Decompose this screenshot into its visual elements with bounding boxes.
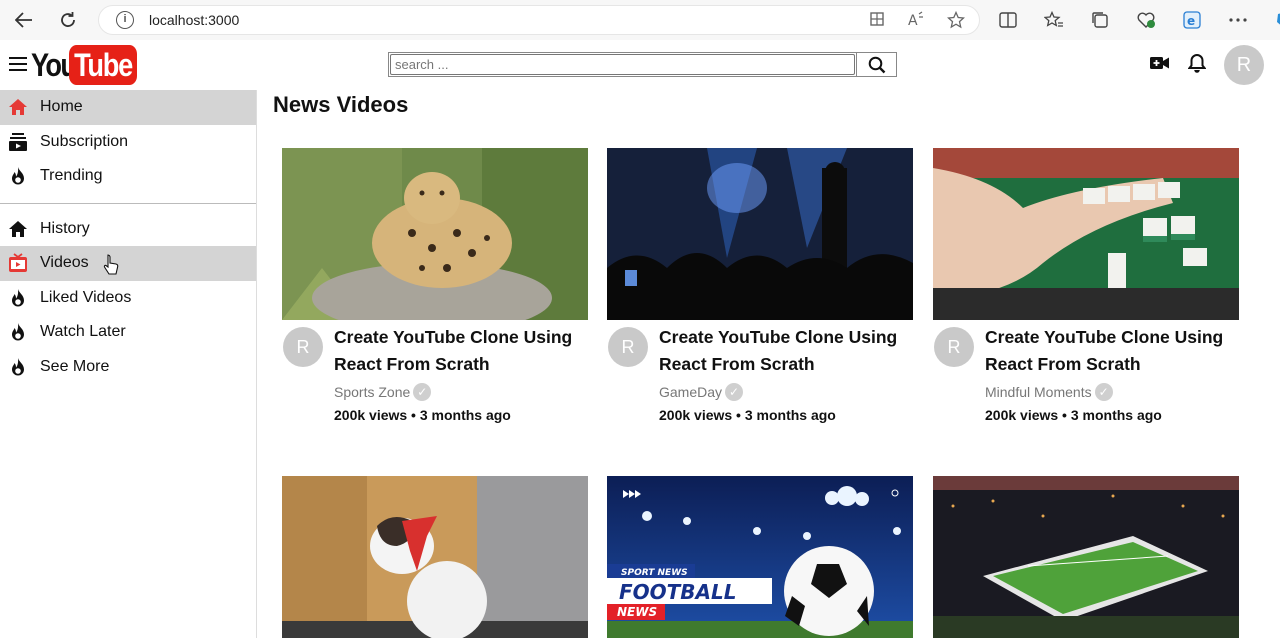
search-bar	[388, 52, 897, 77]
sidebar-item-label: Videos	[40, 254, 89, 272]
video-meta: R Create YouTube Clone Using React From …	[282, 324, 588, 423]
logo-tube-text: Tube	[69, 45, 138, 85]
fire-icon	[8, 166, 28, 186]
channel-name[interactable]: Mindful Moments	[985, 384, 1092, 400]
collections-icon[interactable]	[1088, 10, 1112, 30]
video-title[interactable]: Create YouTube Clone Using React From Sc…	[334, 324, 584, 378]
sidebar-item-label: Subscription	[40, 132, 129, 150]
channel-name-row: Mindful Moments ✓	[985, 383, 1235, 401]
hamburger-menu-icon[interactable]	[9, 57, 27, 71]
sidebar-item-home[interactable]: Home	[0, 90, 256, 125]
verified-check-icon: ✓	[725, 383, 744, 401]
video-title[interactable]: Create YouTube Clone Using React From Sc…	[985, 324, 1235, 378]
browser-extensions: e	[996, 10, 1280, 30]
site-info-icon[interactable]: i	[116, 11, 134, 29]
search-button[interactable]	[856, 53, 896, 76]
more-menu-icon[interactable]	[1226, 10, 1250, 30]
video-stats: 200k views • 3 months ago	[334, 407, 511, 423]
home-icon	[8, 219, 28, 239]
video-title[interactable]: Create YouTube Clone Using React From Sc…	[659, 324, 909, 378]
address-bar-actions: A	[869, 10, 966, 33]
create-video-icon[interactable]	[1150, 56, 1170, 75]
video-thumbnail-stadium[interactable]	[933, 476, 1239, 638]
video-thumbnail-football[interactable]: SPORT NEWS FOOTBALL NEWS	[607, 476, 913, 638]
mouse-pointer-icon	[103, 254, 119, 281]
notifications-bell-icon[interactable]	[1187, 53, 1207, 78]
split-screen-icon[interactable]	[996, 10, 1020, 30]
page-title: News Videos	[273, 92, 409, 117]
thumb-text-football: FOOTBALL	[619, 580, 737, 604]
video-thumbnail-mahjong[interactable]	[933, 148, 1239, 320]
video-meta: R Create YouTube Clone Using React From …	[607, 324, 913, 423]
thumb-text-sport-news: SPORT NEWS	[621, 568, 688, 578]
video-card[interactable]	[282, 476, 588, 638]
sidebar-item-label: Watch Later	[40, 323, 126, 341]
sidebar-item-label: Liked Videos	[40, 288, 132, 306]
video-icon	[8, 253, 28, 273]
edge-icon[interactable]: e	[1180, 10, 1204, 30]
video-card[interactable]	[933, 476, 1239, 638]
video-card[interactable]: R Create YouTube Clone Using React From …	[607, 148, 913, 423]
sidebar-item-videos[interactable]: Videos	[0, 246, 256, 281]
video-thumbnail-leopard[interactable]	[282, 148, 588, 320]
thumb-text-news: NEWS	[617, 605, 657, 619]
video-card[interactable]: SPORT NEWS FOOTBALL NEWS	[607, 476, 913, 638]
youtube-logo[interactable]: You Tube	[31, 45, 149, 85]
video-card[interactable]: R Create YouTube Clone Using React From …	[282, 148, 588, 423]
search-icon	[868, 56, 885, 73]
extension-heart-icon[interactable]	[1134, 10, 1158, 30]
copilot-icon[interactable]	[1272, 10, 1280, 30]
video-card[interactable]: R Create YouTube Clone Using React From …	[933, 148, 1239, 423]
reload-icon[interactable]	[51, 3, 85, 37]
logo-you-text: You	[31, 46, 77, 83]
video-stats: 200k views • 3 months ago	[985, 407, 1162, 423]
fire-icon	[8, 357, 28, 377]
fire-icon	[8, 288, 28, 308]
sidebar-item-label: Trending	[40, 167, 103, 185]
svg-text:A: A	[908, 13, 918, 27]
channel-name-row: GameDay ✓	[659, 383, 909, 401]
svg-text:e: e	[1187, 14, 1195, 28]
read-aloud-icon[interactable]: A	[907, 11, 925, 33]
video-thumbnail-concert[interactable]	[607, 148, 913, 320]
sidebar-item-label: History	[40, 219, 90, 237]
sidebar-item-liked-videos[interactable]: Liked Videos	[0, 281, 256, 316]
sidebar-divider	[0, 202, 256, 204]
favorites-icon[interactable]	[1042, 10, 1066, 30]
sidebar-item-trending[interactable]: Trending	[0, 159, 256, 194]
app-available-icon[interactable]	[869, 11, 885, 33]
channel-avatar[interactable]: R	[283, 327, 323, 367]
sidebar-item-label: See More	[40, 357, 110, 375]
header-actions: R	[1150, 45, 1264, 85]
favorite-star-icon[interactable]	[946, 10, 966, 33]
channel-name[interactable]: GameDay	[659, 384, 722, 400]
video-thumbnail-cat[interactable]	[282, 476, 588, 638]
url-text: localhost:3000	[149, 12, 240, 28]
sidebar-item-label: Home	[40, 98, 83, 116]
search-input[interactable]	[390, 54, 855, 75]
channel-name-row: Sports Zone ✓	[334, 383, 584, 401]
user-avatar[interactable]: R	[1224, 45, 1264, 85]
video-stats: 200k views • 3 months ago	[659, 407, 836, 423]
sidebar: Home Subscription Trending History Video…	[0, 90, 257, 638]
back-icon[interactable]	[7, 3, 41, 37]
home-icon	[8, 97, 28, 117]
sidebar-item-history[interactable]: History	[0, 212, 256, 247]
fire-icon	[8, 322, 28, 342]
sidebar-item-see-more[interactable]: See More	[0, 350, 256, 385]
channel-avatar[interactable]: R	[608, 327, 648, 367]
video-meta: R Create YouTube Clone Using React From …	[933, 324, 1239, 423]
channel-name[interactable]: Sports Zone	[334, 384, 410, 400]
verified-check-icon: ✓	[1094, 383, 1113, 401]
subscription-icon	[8, 132, 28, 152]
address-bar[interactable]: i localhost:3000 A	[98, 5, 980, 35]
channel-avatar[interactable]: R	[934, 327, 974, 367]
sidebar-item-subscription[interactable]: Subscription	[0, 125, 256, 160]
verified-check-icon: ✓	[413, 383, 432, 401]
sidebar-item-watch-later[interactable]: Watch Later	[0, 315, 256, 350]
